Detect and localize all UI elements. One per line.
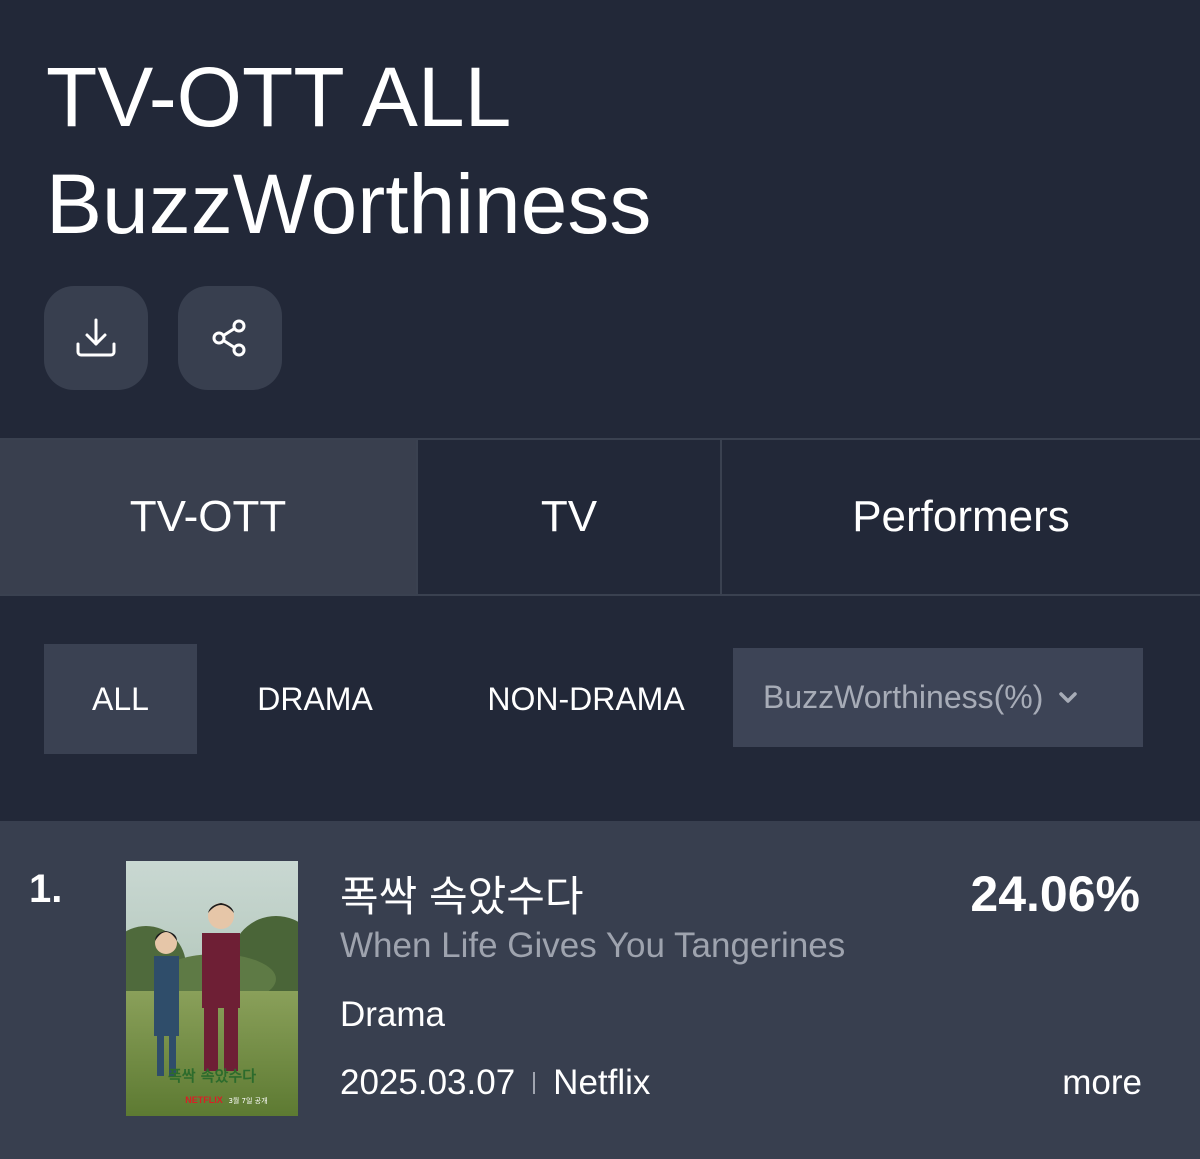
poster-image[interactable]: 폭싹 속았수다 NETFLIX 3월 7일 공개	[126, 861, 298, 1116]
filter-all[interactable]: ALL	[44, 644, 197, 754]
filter-drama[interactable]: DRAMA	[210, 644, 420, 754]
ranking-list-item[interactable]: 1. 폭싹 속았수다 NETFLIX 3월 7일 공개 폭싹 속았수다 When…	[0, 821, 1200, 1159]
filter-bar: ALL DRAMA NON-DRAMA BuzzWorthiness(%)	[0, 596, 1200, 821]
share-button[interactable]	[178, 286, 282, 390]
tab-performers[interactable]: Performers	[720, 440, 1200, 594]
sort-select-value: BuzzWorthiness(%)	[763, 679, 1044, 715]
platform-name: Netflix	[553, 1063, 651, 1102]
chevron-down-icon	[1057, 687, 1079, 709]
tab-tv[interactable]: TV	[416, 440, 720, 594]
rank-number: 1.	[29, 867, 63, 911]
meta-divider	[533, 1072, 536, 1094]
filter-non-drama[interactable]: NON-DRAMA	[450, 644, 722, 754]
category-tabs: TV-OTT TV Performers	[0, 438, 1200, 596]
release-date: 2025.03.07	[340, 1063, 516, 1102]
show-meta: 2025.03.07 Netflix	[340, 1063, 650, 1103]
poster-brand-text: NETFLIX	[185, 1095, 223, 1105]
page-header: TV-OTT ALL BuzzWorthiness	[0, 0, 1200, 438]
show-genre: Drama	[340, 995, 446, 1034]
poster-release-text: 3월 7일 공개	[228, 1096, 267, 1105]
more-link[interactable]: more	[1062, 1063, 1142, 1103]
page-title-line-1: TV-OTT ALL	[46, 50, 512, 144]
sort-select[interactable]: BuzzWorthiness(%)	[733, 648, 1143, 747]
page-title-line-2: BuzzWorthiness	[46, 157, 652, 251]
show-title-english: When Life Gives You Tangerines	[340, 926, 846, 965]
tab-tv-ott[interactable]: TV-OTT	[0, 440, 416, 594]
download-icon	[76, 318, 116, 357]
show-title-korean[interactable]: 폭싹 속았수다	[340, 863, 584, 924]
share-icon	[212, 319, 246, 357]
download-button[interactable]	[44, 286, 148, 390]
poster-title-text: 폭싹 속았수다	[168, 1067, 256, 1085]
buzz-percent: 24.06%	[970, 866, 1140, 922]
